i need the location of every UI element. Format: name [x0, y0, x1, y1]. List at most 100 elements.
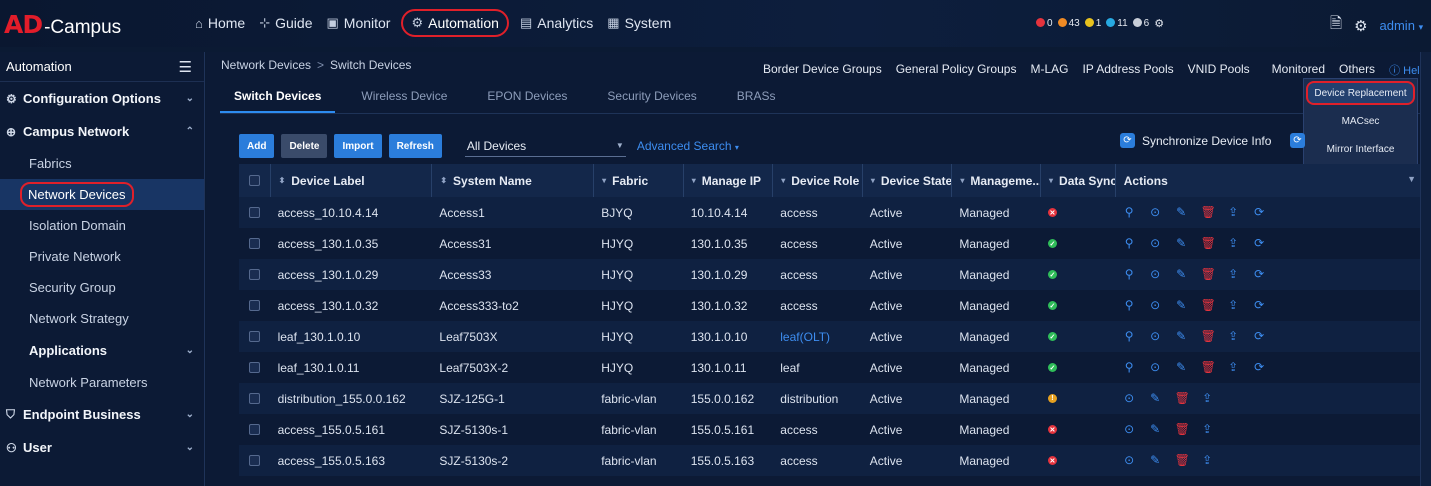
column-header[interactable]: ▾ Manage IP	[682, 164, 773, 197]
sync-icon[interactable]: ⟳	[1253, 330, 1266, 343]
delete-icon[interactable]: 🗑	[1175, 423, 1190, 436]
alarm-count[interactable]: 1	[1084, 18, 1101, 29]
delete-icon[interactable]: 🗑	[1201, 206, 1216, 219]
row-checkbox[interactable]	[248, 269, 260, 280]
table-row[interactable]: access_130.1.0.29 Access33 HJYQ 130.1.0.29 a…	[239, 259, 1421, 290]
view-config-icon[interactable]: ⊙	[1149, 299, 1162, 312]
sort-icon[interactable]: ⬍	[440, 176, 447, 185]
gear-icon[interactable]: ⚙	[1354, 17, 1367, 35]
sidebar-item-private-network[interactable]: Private Network	[0, 241, 204, 272]
device-detail-icon[interactable]: ⚲	[1123, 237, 1136, 250]
row-checkbox[interactable]	[248, 238, 260, 249]
quicklink-m-lag[interactable]: M-LAG	[1030, 62, 1068, 78]
row-checkbox[interactable]	[248, 393, 260, 404]
synchronize-device-info-button[interactable]: ⟳ Synchronize Device Info	[1120, 133, 1271, 148]
column-header[interactable]: ▾ Data Sync...	[1040, 164, 1115, 197]
edit-icon[interactable]: ✎	[1149, 392, 1162, 405]
table-row[interactable]: access_155.0.5.161 SJZ-5130s-1 fabric-vlan…	[239, 414, 1421, 445]
alarm-settings-icon[interactable]: ⚙	[1154, 17, 1164, 30]
edit-icon[interactable]: ✎	[1149, 454, 1162, 467]
sync-icon[interactable]: ⟳	[1253, 268, 1266, 281]
sort-icon[interactable]: ▾	[602, 176, 606, 185]
sort-icon[interactable]: ▾	[781, 176, 785, 185]
quicklink-monitored[interactable]: Monitored	[1272, 62, 1325, 78]
device-filter-select[interactable]: All Devices ▼	[464, 135, 626, 157]
sort-icon[interactable]: ▾	[960, 176, 964, 185]
topnav-automation[interactable]: ⚙ Automation	[401, 9, 509, 37]
select-all-checkbox[interactable]	[248, 175, 260, 186]
device-detail-icon[interactable]: ⚲	[1123, 299, 1136, 312]
menu-item-device-replacement[interactable]: Device Replacement	[1306, 81, 1415, 105]
row-checkbox[interactable]	[248, 207, 260, 218]
breadcrumb-parent[interactable]: Network Devices	[221, 58, 311, 72]
alarm-count[interactable]: 43	[1057, 18, 1080, 29]
topnav-home[interactable]: ⌂ Home	[188, 9, 252, 37]
sort-icon[interactable]: ▾	[871, 176, 875, 185]
column-header[interactable]: Actions	[1114, 164, 1421, 197]
sidebar-item-network-parameters[interactable]: Network Parameters	[0, 367, 204, 398]
delete-icon[interactable]: 🗑	[1201, 361, 1216, 374]
upload-icon[interactable]: ⇪	[1201, 454, 1214, 467]
table-row[interactable]: leaf_130.1.0.10 Leaf7503X HJYQ 130.1.0.10 le…	[239, 321, 1421, 352]
column-header[interactable]: ▾ Fabric	[593, 164, 683, 197]
sort-icon[interactable]: ▾	[1049, 176, 1053, 185]
sidebar-item-isolation-domain[interactable]: Isolation Domain	[0, 210, 204, 241]
topnav-analytics[interactable]: ▤ Analytics	[513, 9, 600, 37]
upload-icon[interactable]: ⇪	[1227, 330, 1240, 343]
topnav-monitor[interactable]: ▣ Monitor	[319, 9, 397, 37]
column-filter-icon[interactable]: ▼	[1407, 174, 1416, 184]
advanced-search-link[interactable]: Advanced Search ▾	[637, 139, 739, 153]
edit-icon[interactable]: ✎	[1175, 237, 1188, 250]
device-detail-icon[interactable]: ⚲	[1123, 206, 1136, 219]
sort-icon[interactable]: ⬍	[279, 176, 286, 185]
delete-icon[interactable]: 🗑	[1201, 268, 1216, 281]
quicklink-ip-address-pools[interactable]: IP Address Pools	[1082, 62, 1173, 78]
tab-brass[interactable]: BRASs	[723, 82, 790, 113]
column-header[interactable]: ⬍ System Name	[431, 164, 593, 197]
quicklink-general-policy-groups[interactable]: General Policy Groups	[896, 62, 1017, 78]
delete-icon[interactable]: 🗑	[1201, 330, 1216, 343]
view-config-icon[interactable]: ⊙	[1123, 423, 1136, 436]
sidebar-item-network-strategy[interactable]: Network Strategy	[0, 303, 204, 334]
row-checkbox[interactable]	[248, 362, 260, 373]
quicklink-others[interactable]: Others	[1339, 62, 1375, 78]
edit-icon[interactable]: ✎	[1175, 299, 1188, 312]
column-header[interactable]: ▾ Manageme...	[951, 164, 1040, 197]
table-row[interactable]: access_155.0.5.163 SJZ-5130s-2 fabric-vlan…	[239, 445, 1421, 476]
vertical-scrollbar[interactable]	[1420, 52, 1431, 486]
quicklink-vnid-pools[interactable]: VNID Pools	[1188, 62, 1250, 78]
upload-icon[interactable]: ⇪	[1227, 268, 1240, 281]
cell-role-value[interactable]: leaf(OLT)	[780, 330, 830, 344]
sidebar-item-security-group[interactable]: Security Group	[0, 272, 204, 303]
upload-icon[interactable]: ⇪	[1227, 206, 1240, 219]
tab-switch-devices[interactable]: Switch Devices	[220, 82, 336, 113]
sync-secondary-icon[interactable]: ⟳	[1290, 133, 1305, 148]
table-row[interactable]: leaf_130.1.0.11 Leaf7503X-2 HJYQ 130.1.0.11…	[239, 352, 1421, 383]
view-config-icon[interactable]: ⊙	[1149, 268, 1162, 281]
logo[interactable]: AD -Campus	[4, 10, 121, 40]
view-config-icon[interactable]: ⊙	[1149, 361, 1162, 374]
delete-icon[interactable]: 🗑	[1201, 299, 1216, 312]
refresh-button[interactable]: Refresh	[388, 134, 442, 158]
user-menu[interactable]: admin ▾	[1380, 18, 1424, 33]
edit-icon[interactable]: ✎	[1175, 268, 1188, 281]
sidebar-group-campus-network[interactable]: ⊕ Campus Network ⌃	[0, 115, 204, 148]
sync-icon[interactable]: ⟳	[1253, 206, 1266, 219]
edit-icon[interactable]: ✎	[1149, 423, 1162, 436]
edit-icon[interactable]: ✎	[1175, 206, 1188, 219]
view-config-icon[interactable]: ⊙	[1149, 206, 1162, 219]
view-config-icon[interactable]: ⊙	[1123, 392, 1136, 405]
add-button[interactable]: Add	[239, 134, 275, 158]
row-checkbox[interactable]	[248, 300, 260, 311]
sync-icon[interactable]: ⟳	[1253, 361, 1266, 374]
edit-icon[interactable]: ✎	[1175, 330, 1188, 343]
alarm-summary[interactable]: 0 43 1 11 6 ⚙	[1036, 17, 1164, 30]
topnav-system[interactable]: ▦ System	[600, 9, 678, 37]
delete-icon[interactable]: 🗑	[1175, 392, 1190, 405]
table-row[interactable]: access_130.1.0.35 Access31 HJYQ 130.1.0.35 a…	[239, 228, 1421, 259]
tab-epon-devices[interactable]: EPON Devices	[473, 82, 581, 113]
upload-icon[interactable]: ⇪	[1227, 237, 1240, 250]
quicklink-border-device-groups[interactable]: Border Device Groups	[763, 62, 882, 78]
alarm-count[interactable]: 11	[1106, 18, 1128, 29]
device-detail-icon[interactable]: ⚲	[1123, 361, 1136, 374]
